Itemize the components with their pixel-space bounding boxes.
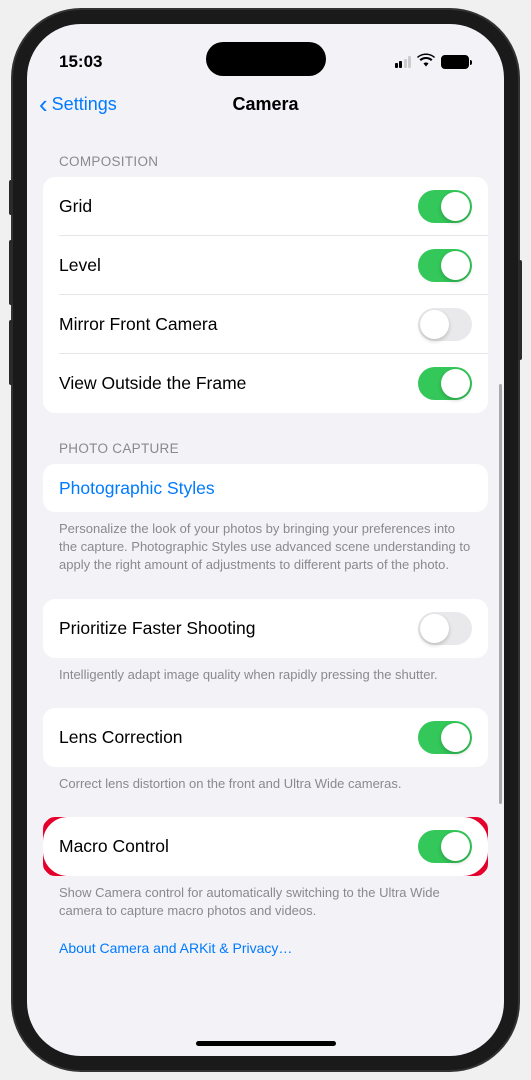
lens-correction-row: Lens Correction: [43, 708, 488, 767]
lens-correction-group: Lens Correction: [43, 708, 488, 767]
side-button: [518, 260, 522, 360]
scroll-indicator[interactable]: [499, 384, 502, 804]
back-button[interactable]: ‹ Settings: [39, 91, 117, 117]
dynamic-island: [206, 42, 326, 76]
grid-row: Grid: [43, 177, 488, 236]
photographic-styles-row[interactable]: Photographic Styles: [43, 464, 488, 512]
grid-label: Grid: [59, 196, 92, 217]
side-button: [9, 180, 13, 215]
prioritize-group: Prioritize Faster Shooting: [43, 599, 488, 658]
prioritize-row: Prioritize Faster Shooting: [43, 599, 488, 658]
photographic-styles-group: Photographic Styles: [43, 464, 488, 512]
phone-screen: 15:03 75 ‹ Settings: [27, 24, 504, 1056]
content-area[interactable]: COMPOSITION Grid Level Mirror Front Came…: [27, 126, 504, 1026]
nav-bar: ‹ Settings Camera: [27, 82, 504, 126]
level-label: Level: [59, 255, 101, 276]
page-title: Camera: [232, 94, 298, 115]
prioritize-footer: Intelligently adapt image quality when r…: [43, 658, 488, 684]
level-row: Level: [43, 236, 488, 295]
mirror-label: Mirror Front Camera: [59, 314, 218, 335]
mirror-toggle[interactable]: [418, 308, 472, 341]
lens-correction-toggle[interactable]: [418, 721, 472, 754]
section-header-photo-capture: PHOTO CAPTURE: [43, 413, 488, 464]
outside-frame-row: View Outside the Frame: [43, 354, 488, 413]
outside-frame-toggle[interactable]: [418, 367, 472, 400]
macro-control-row: Macro Control: [43, 817, 488, 876]
macro-control-group: Macro Control: [43, 817, 488, 876]
back-label: Settings: [52, 94, 117, 115]
composition-group: Grid Level Mirror Front Camera View Outs…: [43, 177, 488, 413]
lens-correction-label: Lens Correction: [59, 727, 183, 748]
side-button: [9, 240, 13, 305]
prioritize-label: Prioritize Faster Shooting: [59, 618, 255, 639]
macro-control-toggle[interactable]: [418, 830, 472, 863]
macro-control-footer: Show Camera control for automatically sw…: [43, 876, 488, 920]
macro-control-label: Macro Control: [59, 836, 169, 857]
mirror-row: Mirror Front Camera: [43, 295, 488, 354]
photographic-styles-label: Photographic Styles: [59, 478, 215, 499]
status-right: 75: [395, 52, 473, 72]
level-toggle[interactable]: [418, 249, 472, 282]
cellular-icon: [395, 56, 412, 68]
about-link[interactable]: About Camera and ARKit & Privacy…: [43, 920, 488, 964]
status-time: 15:03: [59, 52, 102, 72]
section-header-composition: COMPOSITION: [43, 126, 488, 177]
home-indicator[interactable]: [196, 1041, 336, 1046]
wifi-icon: [417, 52, 435, 72]
lens-correction-footer: Correct lens distortion on the front and…: [43, 767, 488, 793]
phone-frame: 15:03 75 ‹ Settings: [13, 10, 518, 1070]
chevron-left-icon: ‹: [39, 91, 48, 117]
battery-icon: 75: [441, 55, 472, 69]
prioritize-toggle[interactable]: [418, 612, 472, 645]
photographic-styles-footer: Personalize the look of your photos by b…: [43, 512, 488, 575]
side-button: [9, 320, 13, 385]
outside-frame-label: View Outside the Frame: [59, 373, 246, 394]
grid-toggle[interactable]: [418, 190, 472, 223]
